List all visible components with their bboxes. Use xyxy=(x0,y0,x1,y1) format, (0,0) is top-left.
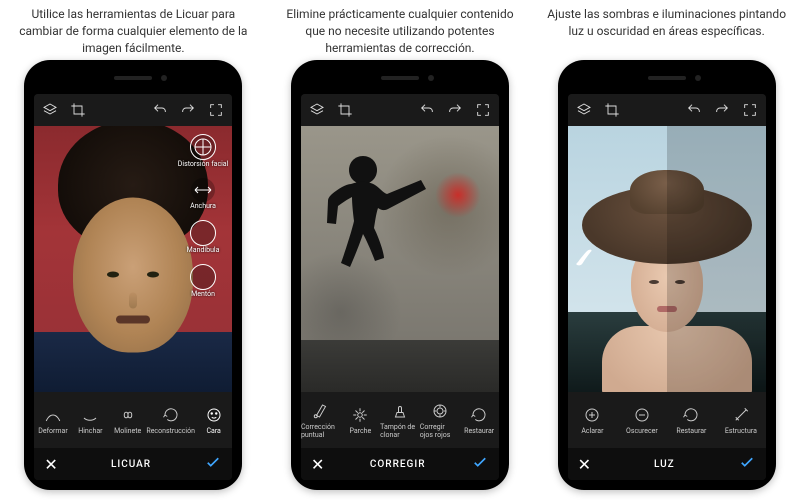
topbar xyxy=(568,94,766,126)
image-canvas[interactable] xyxy=(301,126,499,392)
tool-row: Deformar Hinchar Molinete Reconstrucción… xyxy=(34,392,232,448)
tool-estructura[interactable]: Estructura xyxy=(716,405,766,435)
topbar xyxy=(301,94,499,126)
layers-icon[interactable] xyxy=(307,100,327,120)
app-screen: Corrección puntual Parche Tampón de clon… xyxy=(301,94,499,480)
mode-title: CORREGIR xyxy=(370,459,426,470)
caption-3: Ajuste las sombras e iluminaciones pinta… xyxy=(540,0,794,60)
bottom-bar: ✕ LICUAR xyxy=(34,448,232,480)
fullscreen-icon[interactable] xyxy=(206,100,226,120)
undo-icon[interactable] xyxy=(150,100,170,120)
mode-title: LUZ xyxy=(654,459,675,470)
confirm-button[interactable] xyxy=(738,453,756,475)
screenshot-3: Ajuste las sombras e iluminaciones pinta… xyxy=(540,0,794,490)
tool-restaurar[interactable]: Restaurar xyxy=(459,405,499,435)
confirm-button[interactable] xyxy=(471,453,489,475)
tool-deformar[interactable]: Deformar xyxy=(34,405,71,435)
side-tool-anchura[interactable]: Anchura xyxy=(178,178,229,210)
tool-ojos-rojos[interactable]: Corregir ojos rojos xyxy=(420,401,460,439)
layers-icon[interactable] xyxy=(574,100,594,120)
screenshot-2: Elimine prácticamente cualquier contenid… xyxy=(273,0,527,490)
brush-icon[interactable] xyxy=(574,248,594,268)
undo-icon[interactable] xyxy=(417,100,437,120)
redo-icon[interactable] xyxy=(178,100,198,120)
image-canvas[interactable] xyxy=(568,126,766,392)
tool-tampon-clonar[interactable]: Tampón de clonar xyxy=(380,401,420,439)
screenshot-1: Utilice las herramientas de Licuar para … xyxy=(6,0,260,490)
tool-parche[interactable]: Parche xyxy=(341,405,381,435)
caption-1: Utilice las herramientas de Licuar para … xyxy=(6,0,260,60)
tool-hinchar[interactable]: Hinchar xyxy=(72,405,109,435)
crop-icon[interactable] xyxy=(602,100,622,120)
crop-icon[interactable] xyxy=(335,100,355,120)
image-canvas[interactable]: Distorsión facial Anchura Mandíbula Ment… xyxy=(34,126,232,392)
side-tool-menton[interactable]: Mentón xyxy=(178,264,229,298)
phone-frame: Corrección puntual Parche Tampón de clon… xyxy=(291,60,509,490)
tool-row: Corrección puntual Parche Tampón de clon… xyxy=(301,392,499,448)
tool-cara[interactable]: Cara xyxy=(195,405,232,435)
redo-icon[interactable] xyxy=(445,100,465,120)
cancel-button[interactable]: ✕ xyxy=(44,455,57,474)
confirm-button[interactable] xyxy=(204,453,222,475)
app-screen: Aclarar Oscurecer Restaurar Estructura ✕… xyxy=(568,94,766,480)
fullscreen-icon[interactable] xyxy=(473,100,493,120)
tool-molinete[interactable]: Molinete xyxy=(109,405,146,435)
tool-aclarar[interactable]: Aclarar xyxy=(568,405,618,435)
tool-row: Aclarar Oscurecer Restaurar Estructura xyxy=(568,392,766,448)
cancel-button[interactable]: ✕ xyxy=(311,455,324,474)
mode-title: LICUAR xyxy=(111,459,151,470)
tool-restaurar[interactable]: Restaurar xyxy=(667,405,717,435)
tool-correccion-puntual[interactable]: Corrección puntual xyxy=(301,401,341,439)
phone-frame: Aclarar Oscurecer Restaurar Estructura ✕… xyxy=(558,60,776,490)
fullscreen-icon[interactable] xyxy=(740,100,760,120)
app-screen: Distorsión facial Anchura Mandíbula Ment… xyxy=(34,94,232,480)
redo-icon[interactable] xyxy=(712,100,732,120)
bottom-bar: ✕ LUZ xyxy=(568,448,766,480)
bottom-bar: ✕ CORREGIR xyxy=(301,448,499,480)
side-tool-mandibula[interactable]: Mandíbula xyxy=(178,220,229,254)
topbar xyxy=(34,94,232,126)
tool-oscurecer[interactable]: Oscurecer xyxy=(617,405,667,435)
tool-reconstruccion[interactable]: Reconstrucción xyxy=(146,405,195,435)
crop-icon[interactable] xyxy=(68,100,88,120)
side-tool-distorsion-facial[interactable]: Distorsión facial xyxy=(178,134,229,168)
cancel-button[interactable]: ✕ xyxy=(578,455,591,474)
layers-icon[interactable] xyxy=(40,100,60,120)
phone-frame: Distorsión facial Anchura Mandíbula Ment… xyxy=(24,60,242,490)
graffiti-figure xyxy=(309,150,439,340)
caption-2: Elimine prácticamente cualquier contenid… xyxy=(273,0,527,60)
undo-icon[interactable] xyxy=(684,100,704,120)
face-side-panel: Distorsión facial Anchura Mandíbula Ment… xyxy=(178,134,229,298)
